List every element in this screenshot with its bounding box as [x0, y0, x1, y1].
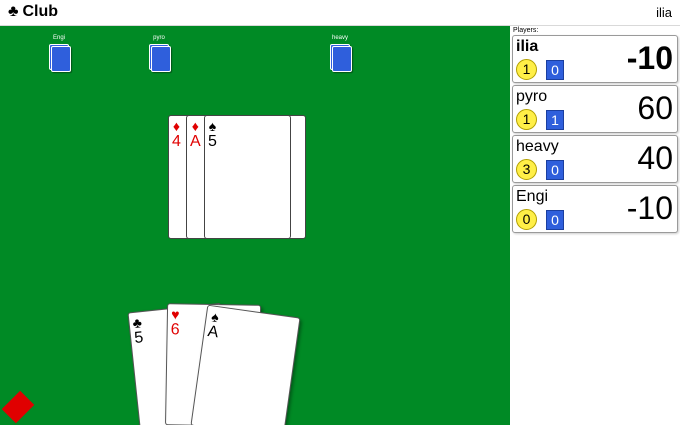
opponent-cards: [41, 42, 77, 72]
card-back: [51, 46, 71, 72]
page-title: ♣ Club: [8, 3, 58, 21]
opponent-engi: Engi: [41, 34, 77, 72]
bid-badge: 3: [516, 159, 537, 180]
player-name: heavy: [516, 138, 559, 155]
player-score: -10: [626, 40, 673, 76]
player-score: 40: [637, 140, 673, 176]
diamond-icon: [1, 390, 35, 424]
card-suit: ♦: [172, 118, 181, 134]
hand-card[interactable]: ♠ A: [190, 304, 301, 425]
card-corner: ♥ 6: [171, 306, 180, 338]
club-icon: ♣: [8, 3, 19, 20]
title-text: Club: [22, 3, 59, 20]
player-panel-pyro: pyro 1 1 60: [512, 85, 678, 133]
card-corner: ♠ A: [207, 308, 222, 341]
player-score: 60: [637, 90, 673, 126]
tricks-badge: 1: [546, 110, 564, 130]
player-panel-engi: Engi 0 0 -10: [512, 185, 678, 233]
trick-card: ♠ 5: [204, 115, 291, 239]
bid-badge: 1: [516, 109, 537, 130]
card-rank: 5: [208, 133, 217, 150]
card-rank: 4: [172, 133, 181, 150]
opponent-pyro: pyro: [141, 34, 177, 72]
card-rank: A: [206, 323, 220, 342]
top-bar: ♣ Club ilia: [0, 0, 680, 26]
opponent-heavy: heavy: [322, 34, 358, 72]
card-corner: ♦ 4: [172, 118, 181, 150]
card-suit: ♦: [191, 118, 199, 134]
card-corner: ♠ 5: [208, 118, 217, 150]
bid-badge: 1: [516, 59, 537, 80]
player-panel-ilia: ilia 1 0 -10: [512, 35, 678, 83]
card-back: [151, 46, 171, 72]
tricks-badge: 0: [546, 210, 564, 230]
opponent-name: heavy: [331, 35, 348, 41]
card-rank: 5: [133, 329, 145, 347]
player-name: ilia: [516, 38, 539, 55]
players-label: Players:: [513, 27, 539, 34]
card-suit: ♥: [171, 306, 180, 323]
opponent-name: Engi: [52, 35, 65, 41]
card-back: [332, 46, 352, 72]
opponent-cards: [322, 42, 358, 72]
game-table: Engi pyro heavy ♦ 4 ♦ A ♠ 5 ♣ 5 ♥ 6 ♠ A: [0, 26, 510, 425]
username[interactable]: ilia: [656, 5, 672, 20]
players-sidebar: Players: ilia 1 0 -10 pyro 1 1 60 heavy …: [510, 26, 680, 425]
card-suit: ♠: [208, 118, 217, 134]
bid-badge: 0: [516, 209, 537, 230]
player-name: Engi: [516, 188, 549, 205]
opponent-name: pyro: [153, 35, 165, 41]
player-panel-heavy: heavy 3 0 40: [512, 135, 678, 183]
opponent-cards: [141, 42, 177, 72]
tricks-badge: 0: [546, 60, 564, 80]
tricks-badge: 0: [546, 160, 564, 180]
player-score: -10: [626, 190, 673, 226]
player-name: pyro: [516, 88, 548, 105]
card-rank: 6: [170, 321, 180, 339]
card-corner: ♦ A: [190, 118, 201, 150]
card-rank: A: [190, 133, 201, 150]
card-corner: ♣ 5: [132, 314, 144, 347]
